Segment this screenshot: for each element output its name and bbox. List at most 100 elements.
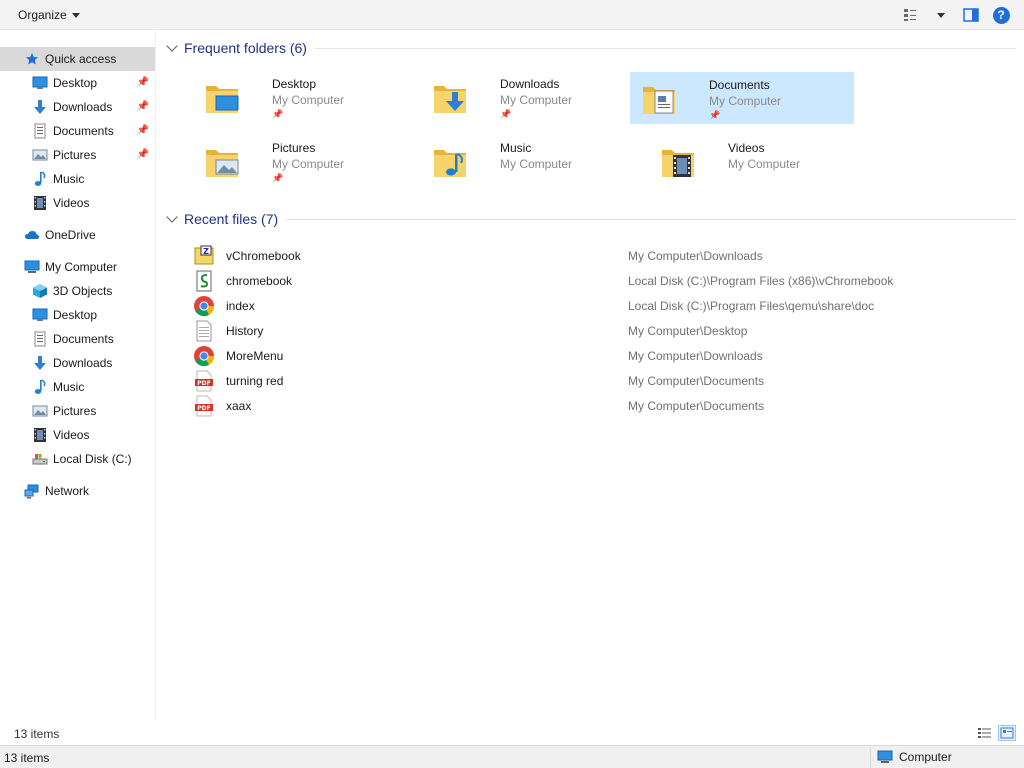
sidebar-item-pc-downloads[interactable]: Downloads [0,351,155,375]
organize-button[interactable]: Organize [12,4,86,26]
recent-file-row[interactable]: chromebook Local Disk (C:)\Program Files… [192,268,1022,293]
frequent-folders-header[interactable]: Frequent folders (6) [166,40,1016,56]
file-path: My Computer\Documents [628,398,765,413]
navigation-pane: Quick access Desktop 📌 Downloads 📌 Docum… [0,31,156,720]
location-zone: Computer [870,746,1024,768]
details-view-icon [978,728,991,738]
folder-tile-videos[interactable]: Videos My Computer [650,136,874,188]
downloads-folder-icon [434,86,466,113]
sidebar-item-label: Videos [53,196,90,210]
file-name: MoreMenu [226,348,284,363]
file-name: index [226,298,255,313]
sidebar-item-pc-music[interactable]: Music [0,375,155,399]
3d-objects-icon [32,283,48,299]
sidebar-item-label: Videos [53,428,90,442]
sidebar-item-qa-downloads[interactable]: Downloads 📌 [0,95,155,119]
sidebar-item-qa-videos[interactable]: Videos [0,191,155,215]
pin-icon: 📌 [709,110,721,120]
sidebar-item-quick-access[interactable]: Quick access [0,47,155,71]
computer-icon [877,750,893,763]
preview-pane-icon [963,8,979,22]
tile-text: Documents My Computer 📌 [709,77,781,121]
script-file-icon [192,269,216,293]
sidebar-item-my-computer[interactable]: My Computer [0,255,155,279]
item-count: 13 items [14,727,60,741]
sidebar-item-3d-objects[interactable]: 3D Objects [0,279,155,303]
tile-text: Pictures My Computer 📌 [272,140,344,184]
divider [314,47,1016,49]
folder-location: My Computer [500,157,573,171]
sidebar-item-network[interactable]: Network [0,479,155,503]
sidebar-item-qa-music[interactable]: Music [0,167,155,191]
sidebar-item-pc-documents[interactable]: Documents [0,327,155,351]
folder-tile-pictures[interactable]: Pictures My Computer 📌 [194,136,418,188]
recent-file-row[interactable]: History My Computer\Desktop [192,318,1022,343]
desktop-folder-icon [206,86,239,113]
view-dropdown-button[interactable] [928,4,954,26]
sidebar-item-label: Documents [53,124,114,138]
desktop-icon [32,307,48,323]
sidebar-item-pc-pictures[interactable]: Pictures [0,399,155,423]
desktop-icon [32,75,48,91]
folder-name: Videos [728,141,765,155]
preview-pane-button[interactable] [958,4,984,26]
folder-tile-music[interactable]: Music My Computer [422,136,646,188]
view-options-icon [904,9,916,21]
file-path: My Computer\Downloads [628,348,763,363]
star-icon [24,51,40,67]
recent-files-header[interactable]: Recent files (7) [166,211,1016,227]
pdf-icon: PDF [192,369,216,393]
tile-text: Videos My Computer [728,140,800,172]
sidebar-item-pc-desktop[interactable]: Desktop [0,303,155,327]
sidebar-item-label: Documents [53,332,114,346]
file-name: vChromebook [226,248,301,263]
svg-text:PDF: PDF [197,380,210,387]
sidebar-item-qa-pictures[interactable]: Pictures 📌 [0,143,155,167]
tiles-view-button[interactable] [998,725,1016,741]
sidebar-item-label: Quick access [45,52,117,66]
view-options-button[interactable] [898,4,924,26]
recent-file-row[interactable]: index Local Disk (C:)\Program Files\qemu… [192,293,1022,318]
divider [286,218,1016,220]
location-label: Computer [899,750,952,764]
pin-icon: 📌 [272,173,284,183]
sidebar-item-label: Downloads [53,100,113,114]
help-button[interactable]: ? [988,4,1014,26]
window-status-bar: 13 items Computer [0,745,1024,768]
recent-file-row[interactable]: MoreMenu My Computer\Downloads [192,343,1022,368]
sidebar-item-local-disk[interactable]: Local Disk (C:) [0,447,155,471]
pin-icon: 📌 [136,125,149,136]
file-path: Local Disk (C:)\Program Files\qemu\share… [628,298,875,313]
sidebar-item-onedrive[interactable]: OneDrive [0,223,155,247]
folder-tile-documents[interactable]: Documents My Computer 📌 [630,72,854,124]
videos-folder-icon [662,150,694,177]
sidebar-item-pc-videos[interactable]: Videos [0,423,155,447]
recent-file-row[interactable]: PDF turning red My Computer\Documents [192,368,1022,393]
file-path: Local Disk (C:)\Program Files (x86)\vChr… [628,273,894,288]
sidebar-item-label: Music [53,172,85,186]
cloud-icon [24,227,40,243]
file-path: My Computer\Desktop [628,323,748,338]
svg-text:Z: Z [203,247,209,256]
folder-location: My Computer [709,94,782,108]
recent-file-row[interactable]: Z vChromebook My Computer\Downloads [192,243,1022,268]
command-bar: Organize ? [0,0,1024,30]
file-name: turning red [226,373,284,388]
sidebar-item-label: My Computer [45,260,118,274]
details-view-button[interactable] [976,725,994,741]
folder-name: Desktop [272,77,317,91]
svg-text:PDF: PDF [197,405,210,412]
folder-tile-desktop[interactable]: Desktop My Computer 📌 [194,72,418,124]
sidebar-item-qa-desktop[interactable]: Desktop 📌 [0,71,155,95]
pdf-icon: PDF [192,394,216,418]
folder-name: Documents [709,78,770,92]
sidebar-item-label: 3D Objects [53,284,113,298]
sidebar-item-qa-documents[interactable]: Documents 📌 [0,119,155,143]
sidebar-item-label: Pictures [53,148,97,162]
recent-file-row[interactable]: PDF xaax My Computer\Documents [192,393,1022,418]
pictures-folder-icon [206,150,239,177]
folder-tile-downloads[interactable]: Downloads My Computer 📌 [422,72,646,124]
